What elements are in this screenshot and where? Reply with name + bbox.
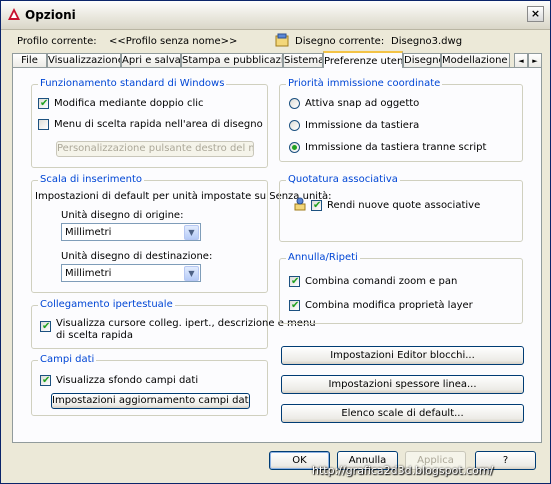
drawing-value: Disegno3.dwg bbox=[391, 36, 463, 47]
options-dialog: Opzioni × Profilo corrente: <<Profilo se… bbox=[0, 0, 551, 484]
close-button[interactable]: × bbox=[527, 6, 544, 22]
right-click-customization-button[interactable]: Personalizzazione pulsante destro del mo… bbox=[56, 141, 254, 157]
profile-label: Profilo corrente: bbox=[17, 36, 97, 47]
tab-system[interactable]: Sistema bbox=[283, 53, 323, 67]
drawing-icon bbox=[275, 33, 289, 47]
combine-zoom-pan-label: Combina comandi zoom e pan bbox=[305, 276, 458, 287]
associative-dimensions-label: Rendi nuove quote associative bbox=[327, 200, 481, 211]
keyboard-except-scripts-radio[interactable] bbox=[289, 142, 300, 153]
chevron-down-icon[interactable]: ▼ bbox=[184, 225, 199, 240]
watermark-text: http://grafica2d3d.blogspot.com/ bbox=[312, 464, 494, 477]
double-click-checkbox[interactable]: ✔ bbox=[38, 98, 49, 109]
coordinate-priority-group: Priorità immissione coordinate Attiva sn… bbox=[279, 78, 523, 162]
windows-behavior-group: Funzionamento standard di Windows ✔ Modi… bbox=[31, 78, 268, 168]
running-osnap-radio[interactable] bbox=[289, 98, 300, 109]
fields-group: Campi dati ✔ Visualizza sfondo campi dat… bbox=[31, 354, 268, 416]
associative-dimensions-checkbox[interactable]: ✔ bbox=[311, 200, 322, 211]
fields-title: Campi dati bbox=[38, 354, 97, 365]
windows-behavior-title: Funzionamento standard di Windows bbox=[38, 78, 227, 89]
check-mark-icon: ✔ bbox=[313, 200, 322, 211]
field-update-settings-button[interactable]: Impostazioni aggiornamento campi dati... bbox=[51, 393, 250, 409]
target-units-label: Unità disegno di destinazione: bbox=[61, 251, 213, 262]
tab-scroll-right-button[interactable]: ► bbox=[528, 53, 542, 67]
check-mark-icon: ✔ bbox=[42, 321, 51, 332]
tab-plot-publish[interactable]: Stampa e pubblicazione bbox=[181, 53, 283, 67]
tab-display[interactable]: Visualizzazione bbox=[47, 53, 121, 67]
hyperlink-title: Collegamento ipertestuale bbox=[38, 299, 175, 310]
associative-dimensioning-title: Quotatura associativa bbox=[286, 174, 400, 185]
target-units-value: Millimetri bbox=[65, 268, 112, 279]
user-preferences-panel: Funzionamento standard di Windows ✔ Modi… bbox=[12, 67, 542, 443]
undo-redo-title: Annulla/Ripeti bbox=[286, 252, 360, 263]
keyboard-except-scripts-label: Immissione da tastiera tranne script bbox=[305, 142, 487, 153]
check-mark-icon: ✔ bbox=[291, 300, 300, 311]
check-mark-icon: ✔ bbox=[40, 98, 49, 109]
hyperlink-option-line1: Visualizza cursore colleg. ipert., descr… bbox=[56, 318, 316, 329]
dimension-icon bbox=[294, 197, 306, 211]
hyperlink-option-line2: di scelta rapida bbox=[56, 330, 134, 341]
title-bar[interactable]: Opzioni × bbox=[1, 1, 550, 30]
hyperlink-group: Collegamento ipertestuale ✔ Visualizza c… bbox=[31, 299, 316, 349]
default-scale-list-button[interactable]: Elenco scale di default... bbox=[281, 404, 524, 423]
source-units-value: Millimetri bbox=[65, 227, 112, 238]
check-mark-icon: ✔ bbox=[291, 276, 300, 287]
tab-3d-modeling[interactable]: Modellazione 3D bbox=[441, 53, 510, 67]
double-click-label: Modifica mediante doppio clic bbox=[54, 98, 204, 109]
tab-file[interactable]: File bbox=[12, 53, 47, 67]
autocad-app-icon bbox=[8, 8, 20, 20]
combine-layer-props-checkbox[interactable]: ✔ bbox=[289, 300, 300, 311]
insertion-scale-title: Scala di inserimento bbox=[38, 174, 145, 185]
field-background-checkbox[interactable]: ✔ bbox=[40, 375, 51, 386]
undo-redo-group: Annulla/Ripeti ✔ Combina comandi zoom e … bbox=[279, 252, 523, 324]
field-background-label: Visualizza sfondo campi dati bbox=[56, 375, 199, 386]
tab-drafting[interactable]: Disegno bbox=[403, 53, 441, 67]
tab-scroll-left-button[interactable]: ◄ bbox=[514, 53, 528, 67]
associative-dimensioning-group: Quotatura associativa ✔ Rendi nuove quot… bbox=[279, 174, 523, 242]
check-mark-icon: ✔ bbox=[42, 375, 51, 386]
insertion-scale-group: Scala di inserimento Impostazioni di def… bbox=[31, 174, 331, 293]
chevron-down-icon[interactable]: ▼ bbox=[184, 266, 199, 281]
profile-value: <<Profilo senza nome>> bbox=[109, 36, 238, 47]
combine-layer-props-label: Combina modifica proprietà layer bbox=[305, 300, 473, 311]
combine-zoom-pan-checkbox[interactable]: ✔ bbox=[289, 276, 300, 287]
drawing-label: Disegno corrente: bbox=[295, 36, 385, 47]
running-osnap-label: Attiva snap ad oggetto bbox=[305, 98, 420, 109]
source-units-label: Unità disegno di origine: bbox=[61, 210, 184, 221]
keyboard-entry-label: Immissione da tastiera bbox=[305, 120, 420, 131]
tab-open-save[interactable]: Apri e salva bbox=[121, 53, 181, 67]
hyperlink-cursor-checkbox[interactable]: ✔ bbox=[40, 321, 51, 332]
keyboard-entry-radio[interactable] bbox=[289, 120, 300, 131]
shortcut-menu-checkbox[interactable] bbox=[38, 119, 49, 130]
source-units-select[interactable]: Millimetri ▼ bbox=[61, 223, 201, 241]
shortcut-menu-label: Menu di scelta rapida nell'area di diseg… bbox=[54, 119, 263, 130]
block-editor-settings-button[interactable]: Impostazioni Editor blocchi... bbox=[281, 346, 524, 365]
tab-user-preferences[interactable]: Preferenze utente bbox=[323, 51, 403, 68]
tab-strip: File Visualizzazione Apri e salva Stampa… bbox=[12, 51, 542, 68]
radio-selected-dot bbox=[292, 145, 297, 150]
coordinate-priority-title: Priorità immissione coordinate bbox=[286, 78, 443, 89]
window-title: Opzioni bbox=[25, 8, 76, 22]
target-units-select[interactable]: Millimetri ▼ bbox=[61, 264, 201, 282]
lineweight-settings-button[interactable]: Impostazioni spessore linea... bbox=[281, 375, 524, 394]
